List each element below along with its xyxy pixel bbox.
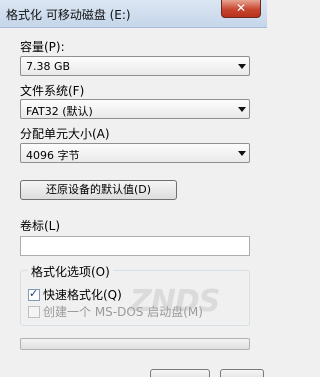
volume-label: 卷标(L)	[20, 219, 61, 233]
capacity-select[interactable]: 7.38 GB	[20, 56, 250, 76]
watermark-logo: ZNDS	[130, 284, 220, 319]
msdos-boot-checkbox	[28, 306, 40, 318]
quick-format-checkbox[interactable]	[28, 287, 40, 301]
start-button[interactable]	[150, 369, 210, 377]
quick-format-option[interactable]: 快速格式化(Q)	[28, 286, 122, 303]
allocation-select[interactable]: 4096 字节	[20, 143, 250, 163]
capacity-label: 容量(P):	[20, 40, 65, 54]
chevron-down-icon	[238, 64, 246, 69]
volume-label-input[interactable]	[20, 236, 250, 256]
format-progress-bar	[20, 338, 250, 350]
filesystem-value: FAT32 (默认)	[26, 105, 93, 118]
format-options-title: 格式化选项(O)	[28, 263, 113, 280]
title-bar: 格式化 可移动磁盘 (E:) ✕	[0, 0, 267, 28]
allocation-value: 4096 字节	[26, 149, 80, 162]
chevron-down-icon	[238, 151, 246, 156]
quick-format-label: 快速格式化(Q)	[43, 288, 122, 302]
close-button[interactable]: ✕	[221, 0, 261, 18]
close-icon: ✕	[235, 1, 247, 15]
close-dialog-button[interactable]	[220, 369, 264, 377]
restore-defaults-button[interactable]: 还原设备的默认值(D)	[20, 180, 177, 200]
capacity-value: 7.38 GB	[26, 60, 71, 73]
filesystem-select[interactable]: FAT32 (默认)	[20, 99, 250, 119]
allocation-label: 分配单元大小(A)	[20, 127, 110, 141]
window-title: 格式化 可移动磁盘 (E:)	[6, 8, 131, 22]
chevron-down-icon	[238, 107, 246, 112]
format-dialog: 格式化 可移动磁盘 (E:) ✕ 容量(P): 7.38 GB 文件系统(F) …	[0, 0, 267, 377]
filesystem-label: 文件系统(F)	[20, 84, 85, 98]
